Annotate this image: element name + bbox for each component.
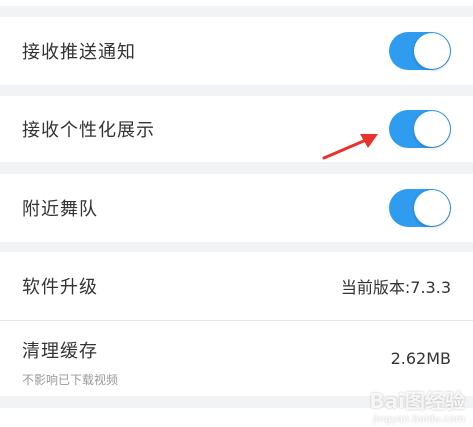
annotation-arrow-icon (322, 134, 378, 160)
toggle-knob (414, 190, 450, 226)
current-version-value: 当前版本:7.3.3 (340, 278, 451, 297)
previous-row-edge (0, 0, 473, 6)
baidu-jingyan-watermark: Bai图经验 jingyan.baidu.com (369, 385, 465, 425)
setting-row-nearby-dance-team: 附近舞队 (0, 174, 473, 242)
clear-cache-label: 清理缓存 (22, 341, 98, 362)
nearby-dance-team-label: 附近舞队 (22, 199, 98, 220)
software-upgrade-label: 软件升级 (22, 277, 98, 298)
toggle-knob (414, 33, 450, 69)
watermark-main-text: Bai图经验 (369, 389, 465, 413)
watermark-sub-text: jingyan.baidu.com (372, 414, 465, 425)
toggle-knob (414, 111, 450, 147)
push-notifications-label: 接收推送通知 (22, 42, 136, 63)
nearby-dance-team-toggle[interactable] (389, 189, 451, 227)
clear-cache-sublabel: 不影响已下载视频 (22, 373, 119, 387)
push-notifications-toggle[interactable] (389, 32, 451, 70)
setting-row-personalized-display: 接收个性化展示 (0, 96, 473, 162)
personalized-display-label: 接收个性化展示 (22, 120, 155, 141)
setting-row-software-upgrade[interactable]: 软件升级 当前版本:7.3.3 (0, 252, 473, 320)
setting-row-push-notifications: 接收推送通知 (0, 17, 473, 85)
cache-size-value: 2.62MB (390, 349, 451, 368)
personalized-display-toggle[interactable] (389, 110, 451, 148)
